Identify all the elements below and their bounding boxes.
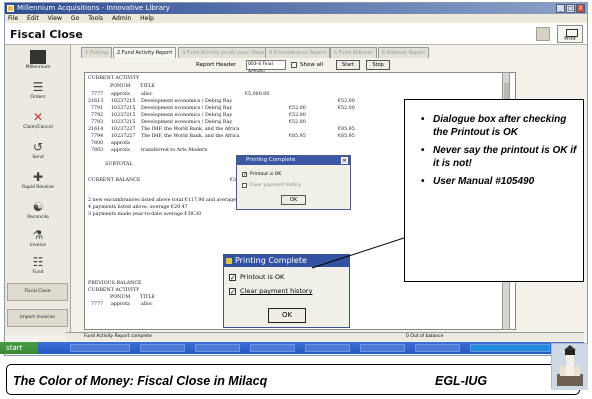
footer-title: The Color of Money: Fiscal Close in Mila… [13, 374, 268, 388]
bullet-icon: • [421, 176, 425, 187]
slide: Millennium Acquisitions - Innovative Lib… [0, 0, 592, 399]
footer-org: EGL-IUG [435, 374, 488, 388]
lighthouse-logo-icon [551, 343, 588, 390]
lighthouse-graphic [552, 344, 588, 390]
bullet-icon: • [421, 145, 425, 156]
callout-bullet: • User Manual #105490 [421, 176, 535, 187]
slide-footer: The Color of Money: Fiscal Close in Mila… [6, 364, 580, 395]
callout-bullet: • Never say the printout is OK if it is n… [421, 145, 577, 169]
bullet-icon: • [421, 114, 425, 125]
callout-box: • Dialogue box after checking the Printou… [404, 99, 584, 282]
callout-bullet: • Dialogue box after checking the Printou… [421, 114, 567, 138]
